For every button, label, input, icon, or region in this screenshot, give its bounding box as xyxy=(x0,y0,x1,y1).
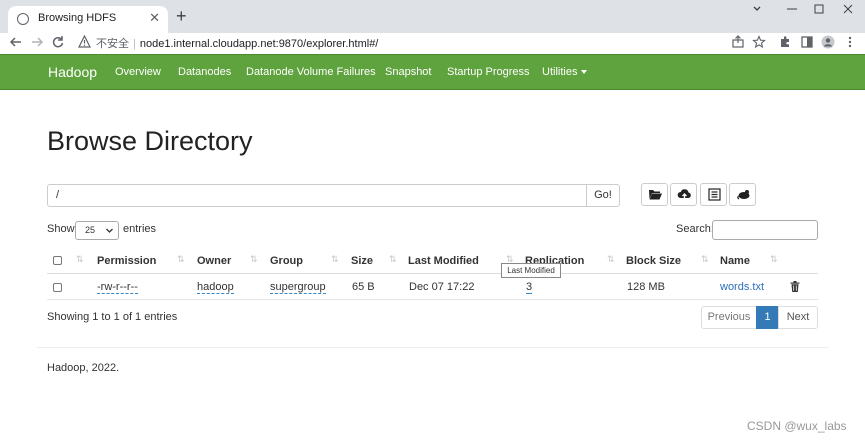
sort-icon[interactable]: ⇅ xyxy=(250,254,257,265)
security-label: 不安全 xyxy=(96,38,129,50)
search-input[interactable] xyxy=(712,220,818,240)
sort-icon[interactable]: ⇅ xyxy=(770,254,777,265)
cut-paste-button[interactable] xyxy=(700,183,727,206)
cell-owner[interactable]: hadoop xyxy=(197,281,234,294)
folder-open-icon xyxy=(649,190,662,200)
minimize-button[interactable] xyxy=(787,3,797,15)
cell-size: 65 B xyxy=(352,281,375,293)
back-arrow-icon[interactable] xyxy=(9,34,25,50)
go-button[interactable]: Go! xyxy=(586,184,620,207)
sort-icon[interactable]: ⇅ xyxy=(701,254,708,265)
cloud-upload-icon xyxy=(677,189,691,200)
maximize-button[interactable] xyxy=(814,3,824,15)
sort-icon[interactable]: ⇅ xyxy=(607,254,614,265)
path-input[interactable]: / xyxy=(47,184,587,207)
create-directory-button[interactable] xyxy=(641,183,668,206)
hadoop-navbar: Hadoop Overview Datanodes Datanode Volum… xyxy=(0,54,865,90)
nav-snapshot[interactable]: Snapshot xyxy=(385,66,431,78)
upload-files-button[interactable] xyxy=(670,183,697,206)
nav-utilities[interactable]: Utilities xyxy=(542,66,588,78)
close-tab-icon[interactable]: ✕ xyxy=(149,10,160,26)
chevron-down-icon xyxy=(106,228,113,233)
sort-icon[interactable]: ⇅ xyxy=(331,254,338,265)
next-button[interactable]: Next xyxy=(778,306,818,329)
caret-down-icon xyxy=(581,70,588,75)
sort-icon[interactable]: ⇅ xyxy=(76,254,83,265)
browser-tabstrip: Browsing HDFS ✕ + xyxy=(0,0,865,33)
column-header-group[interactable]: Group xyxy=(270,255,303,267)
page-1-button[interactable]: 1 xyxy=(756,306,779,329)
extensions-icon[interactable] xyxy=(778,35,792,49)
select-all-checkbox[interactable] xyxy=(53,256,62,265)
cell-group[interactable]: supergroup xyxy=(270,281,326,294)
column-header-block-size[interactable]: Block Size xyxy=(626,255,681,267)
share-icon[interactable] xyxy=(731,35,745,49)
navbar-brand[interactable]: Hadoop xyxy=(48,64,97,80)
new-tab-button[interactable]: + xyxy=(176,6,187,26)
address-bar[interactable]: 不安全 | node1.internal.cloudapp.net:9870/exp… xyxy=(96,35,378,51)
nav-datanode-volume-failures[interactable]: Datanode Volume Failures xyxy=(246,66,376,78)
entries-label: entries xyxy=(123,223,157,235)
nav-datanodes[interactable]: Datanodes xyxy=(178,66,231,78)
cell-name-link[interactable]: words.txt xyxy=(720,281,764,293)
trash-icon[interactable] xyxy=(790,281,800,292)
column-header-owner[interactable]: Owner xyxy=(197,255,231,267)
page-title: Browse Directory xyxy=(47,126,253,156)
star-icon[interactable] xyxy=(752,35,766,49)
sort-icon[interactable]: ⇅ xyxy=(177,254,184,265)
table-header-divider xyxy=(47,273,818,274)
reload-icon[interactable] xyxy=(51,34,67,50)
watermark: CSDN @wux_labs xyxy=(747,419,847,433)
menu-kebab-icon[interactable] xyxy=(843,35,857,49)
browser-tab[interactable]: Browsing HDFS ✕ xyxy=(8,6,168,33)
forward-arrow-icon[interactable] xyxy=(30,34,46,50)
column-header-permission[interactable]: Permission xyxy=(97,255,156,267)
search-label: Search: xyxy=(676,223,714,235)
cell-permission[interactable]: -rw-r--r-- xyxy=(97,281,138,294)
entries-select[interactable]: 25 xyxy=(75,221,119,240)
browser-toolbar: 不安全 | node1.internal.cloudapp.net:9870/exp… xyxy=(0,33,865,53)
tooltip: Last Modified xyxy=(501,263,561,278)
footer-text: Hadoop, 2022. xyxy=(47,362,120,374)
footer-divider xyxy=(37,347,829,348)
window-close-button[interactable] xyxy=(843,3,853,15)
table-row-divider xyxy=(47,299,818,300)
tab-search-icon[interactable] xyxy=(752,3,762,15)
previous-button[interactable]: Previous xyxy=(701,306,757,329)
cell-block-size: 128 MB xyxy=(627,281,665,293)
column-header-last-modified[interactable]: Last Modified xyxy=(408,255,479,267)
entries-select-value: 25 xyxy=(85,225,96,235)
nav-overview[interactable]: Overview xyxy=(115,66,161,78)
sort-icon[interactable]: ⇅ xyxy=(389,254,396,265)
sidebar-icon[interactable] xyxy=(800,35,814,49)
row-checkbox[interactable] xyxy=(53,283,62,292)
globe-icon xyxy=(17,13,29,25)
tab-title: Browsing HDFS xyxy=(38,12,117,24)
nav-startup-progress[interactable]: Startup Progress xyxy=(447,66,530,78)
column-header-size[interactable]: Size xyxy=(351,255,373,267)
list-alt-icon xyxy=(708,188,721,201)
cell-last-modified: Dec 07 17:22 xyxy=(409,281,475,293)
show-label: Show xyxy=(47,223,75,235)
hadoop-elephant-icon xyxy=(737,190,750,200)
pagination-info: Showing 1 to 1 of 1 entries xyxy=(47,311,178,323)
url-text: node1.internal.cloudapp.net:9870/explore… xyxy=(139,38,379,50)
profile-avatar-icon[interactable] xyxy=(821,35,835,49)
column-header-name[interactable]: Name xyxy=(720,255,750,267)
nav-utilities-label: Utilities xyxy=(542,66,578,78)
warning-icon[interactable] xyxy=(78,35,94,51)
cell-replication[interactable]: 3 xyxy=(526,281,533,294)
manage-button[interactable] xyxy=(729,183,756,206)
